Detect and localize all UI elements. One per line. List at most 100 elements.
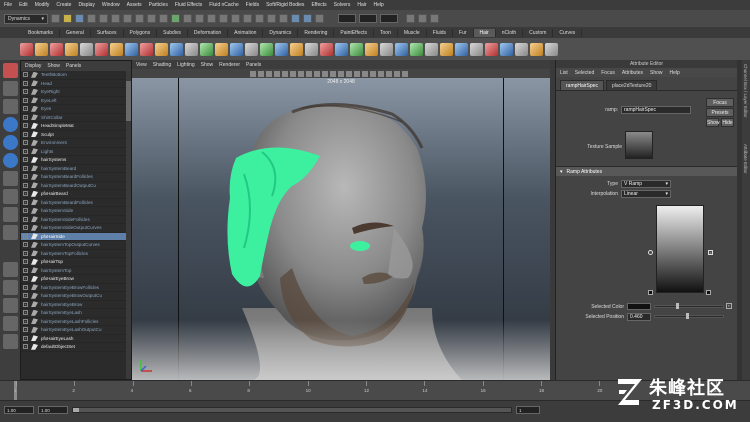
- menu-create[interactable]: Create: [56, 2, 71, 8]
- shelf-hair-system-icon[interactable]: [125, 42, 138, 56]
- expand-plus-icon[interactable]: +: [23, 216, 28, 222]
- grid-icon[interactable]: [282, 70, 288, 77]
- viewport-menu-renderer[interactable]: Renderer: [219, 62, 240, 68]
- viewport-menu-shading[interactable]: Shading: [153, 62, 171, 68]
- bookmarks-icon[interactable]: [266, 70, 272, 77]
- ipr-render-icon[interactable]: [303, 14, 312, 23]
- textured-icon[interactable]: [370, 70, 376, 77]
- expand-plus-icon[interactable]: +: [23, 242, 28, 248]
- attr-menu-show[interactable]: Show: [650, 70, 663, 76]
- range-handle-start[interactable]: [73, 408, 79, 412]
- make-live-icon[interactable]: [267, 14, 276, 23]
- show-tool-settings-icon[interactable]: [418, 14, 427, 23]
- expand-plus-icon[interactable]: +: [23, 89, 28, 95]
- open-scene-icon[interactable]: [63, 14, 72, 23]
- expand-plus-icon[interactable]: +: [23, 148, 28, 154]
- outliner-row[interactable]: + defaultObjectSet: [21, 343, 131, 352]
- outliner-row[interactable]: + Eyes: [21, 105, 131, 114]
- layout-outliner-icon[interactable]: [2, 316, 18, 331]
- snap-view-plane-icon[interactable]: [255, 14, 264, 23]
- shelf-extra-icon[interactable]: [485, 42, 498, 56]
- outliner-row[interactable]: + Environment: [21, 139, 131, 148]
- texture-sample-swatch[interactable]: [625, 131, 653, 159]
- snap-point-icon[interactable]: [243, 14, 252, 23]
- attr-menu-help[interactable]: Help: [670, 70, 680, 76]
- paint-select-tool-icon[interactable]: [2, 99, 18, 114]
- shelf-collide-icon[interactable]: [350, 42, 363, 56]
- selected-color-slider-knob[interactable]: [676, 303, 679, 309]
- shelf-extra2-icon[interactable]: [500, 42, 513, 56]
- menu-hair[interactable]: Hair: [357, 2, 366, 8]
- wireframe-icon[interactable]: [338, 70, 344, 77]
- snap-curve-icon[interactable]: [231, 14, 240, 23]
- outliner-row[interactable]: + hairSystemSideOutputCurves: [21, 224, 131, 233]
- menu-particles[interactable]: Particles: [149, 2, 168, 8]
- presets-button[interactable]: Presets: [706, 108, 734, 117]
- menu-window[interactable]: Window: [102, 2, 120, 8]
- mask-deformations-icon[interactable]: [171, 14, 180, 23]
- shelf-assign-paint-effects-icon[interactable]: [215, 42, 228, 56]
- select-component-icon[interactable]: [111, 14, 120, 23]
- menu-set-dropdown[interactable]: Dynamics ▾: [4, 13, 48, 24]
- viewport-panel[interactable]: View Shading Lighting Show Renderer Panels 20…: [132, 60, 550, 380]
- outliner-row[interactable]: + pfxHairEyeBrow: [21, 275, 131, 284]
- shelf-tab-muscle[interactable]: Muscle: [398, 28, 427, 37]
- shelf-tab-deformation[interactable]: Deformation: [188, 28, 229, 37]
- shelf-scale-curvature-icon[interactable]: [440, 42, 453, 56]
- shelf-tab-painteffects[interactable]: PaintEffects: [334, 28, 375, 37]
- shelf-tab-fur[interactable]: Fur: [453, 28, 474, 37]
- hide-button[interactable]: Hide: [721, 118, 734, 127]
- film-gate-icon[interactable]: [290, 70, 296, 77]
- focus-button[interactable]: Focus: [706, 98, 734, 107]
- selected-position-slider[interactable]: [654, 315, 724, 318]
- move-tool-icon[interactable]: [2, 117, 18, 132]
- input-field-z[interactable]: [380, 14, 398, 23]
- selected-position-slider-knob[interactable]: [686, 313, 689, 319]
- shelf-tab-dynamics[interactable]: Dynamics: [263, 28, 299, 37]
- viewport-menu-lighting[interactable]: Lighting: [177, 62, 195, 68]
- attr-menu-list[interactable]: List: [560, 70, 568, 76]
- attr-menu-focus[interactable]: Focus: [601, 70, 615, 76]
- expand-plus-icon[interactable]: +: [23, 165, 28, 171]
- expand-plus-icon[interactable]: +: [23, 225, 28, 231]
- history-icon[interactable]: [279, 14, 288, 23]
- shelf-extend-curves-icon[interactable]: [155, 42, 168, 56]
- shelf-bend-icon[interactable]: [410, 42, 423, 56]
- range-bar[interactable]: [72, 407, 512, 413]
- selected-position-field[interactable]: 0.460: [627, 313, 651, 321]
- outliner-row[interactable]: + hairSystemEyeBrowFollicles: [21, 284, 131, 292]
- shelf-options-icon[interactable]: [470, 42, 483, 56]
- ramp-gradient[interactable]: [656, 205, 704, 293]
- outliner-row[interactable]: + pfxHairSide: [21, 232, 131, 241]
- shelf-tab-curves[interactable]: Curves: [553, 28, 583, 37]
- shelf-convert-selection-icon[interactable]: [200, 42, 213, 56]
- expand-plus-icon[interactable]: +: [23, 293, 28, 299]
- attribute-editor-side-tab[interactable]: Attribute Editor: [743, 144, 748, 174]
- menu-soft-rigid-bodies[interactable]: Soft/Rigid Bodies: [266, 2, 304, 8]
- scale-tool-icon[interactable]: [2, 153, 18, 168]
- shelf-hair-tool-icon[interactable]: [20, 42, 33, 56]
- outliner-row[interactable]: + Lights: [21, 148, 131, 156]
- expand-plus-icon[interactable]: +: [23, 131, 28, 137]
- shelf-tab-general[interactable]: General: [60, 28, 91, 37]
- channel-box-tab[interactable]: Channel Box / Layer Editor: [743, 64, 748, 118]
- outliner-menu-display[interactable]: Display: [25, 63, 41, 69]
- outliner-row[interactable]: + pfxHairBeard: [21, 190, 131, 199]
- outliner-row[interactable]: + hairSystemBeard: [21, 165, 131, 173]
- menu-fluid-ncache[interactable]: Fluid nCache: [209, 2, 238, 8]
- outliner-row[interactable]: + HeadSimpleMat: [21, 122, 131, 131]
- shelf-make-dynamic-icon[interactable]: [80, 42, 93, 56]
- shelf-tab-ncloth[interactable]: nCloth: [496, 28, 524, 37]
- expand-plus-icon[interactable]: +: [23, 174, 28, 180]
- rotate-tool-icon[interactable]: [2, 135, 18, 150]
- expand-plus-icon[interactable]: +: [23, 114, 28, 120]
- shelf-set-rest-position-icon[interactable]: [290, 42, 303, 56]
- layout-single-icon[interactable]: [2, 262, 18, 277]
- shelf-hair-presets-icon[interactable]: [335, 42, 348, 56]
- save-scene-icon[interactable]: [75, 14, 84, 23]
- map-button-icon[interactable]: ▪: [726, 303, 732, 309]
- attr-menu-attributes[interactable]: Attributes: [622, 70, 643, 76]
- expand-plus-icon[interactable]: +: [23, 344, 28, 350]
- outliner-row[interactable]: + hairSystemSide: [21, 207, 131, 216]
- mask-dynamics-icon[interactable]: [183, 14, 192, 23]
